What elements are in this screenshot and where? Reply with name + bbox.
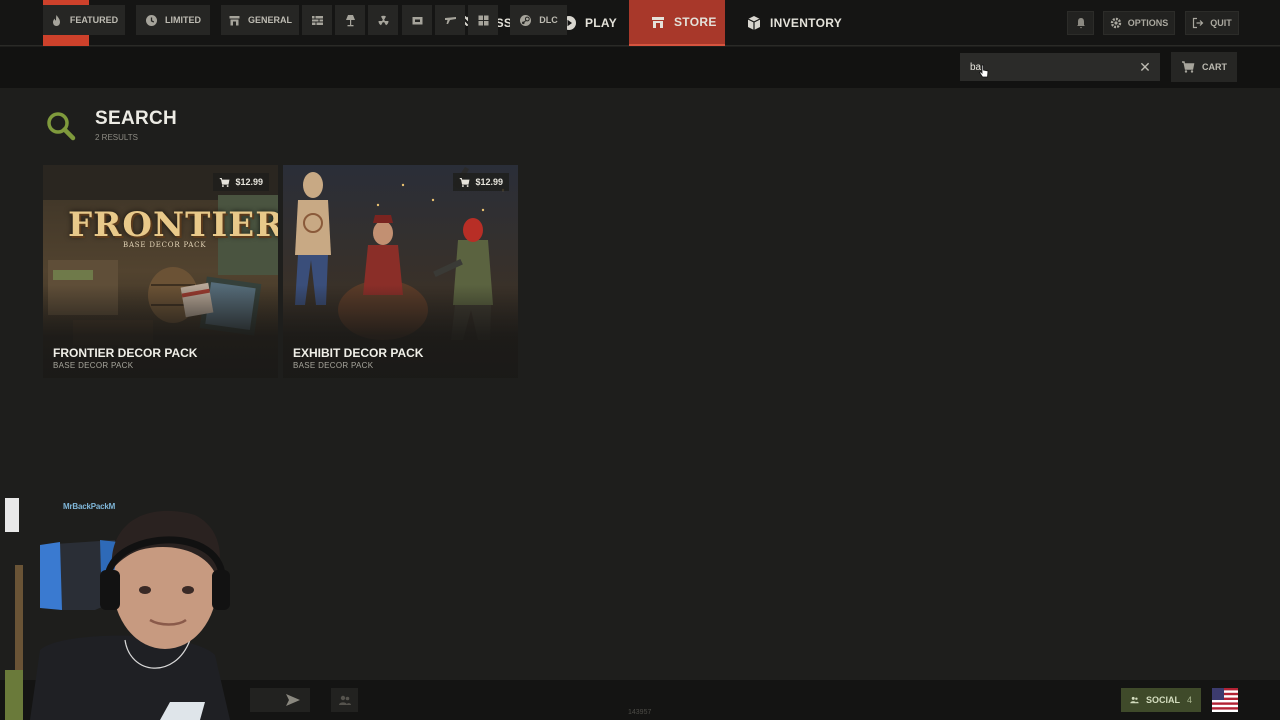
people-icon <box>338 695 351 705</box>
item-title: FRONTIER DECOR PACK <box>53 346 198 360</box>
category-lights[interactable] <box>335 5 365 35</box>
category-limited[interactable]: LIMITED <box>136 5 210 35</box>
frontier-art-title: FRONTIER <box>68 205 278 245</box>
send-icon[interactable] <box>284 692 302 708</box>
cart-icon <box>220 177 230 187</box>
cart-button[interactable]: CART <box>1171 52 1237 82</box>
social-count: 4 <box>1186 695 1192 705</box>
notifications-button[interactable] <box>1067 11 1094 35</box>
language-flag-button[interactable] <box>1212 688 1238 712</box>
nav-inventory[interactable]: INVENTORY <box>746 0 842 46</box>
cart-label: CART <box>1202 62 1227 72</box>
gear-icon <box>1110 17 1121 29</box>
storefront-icon <box>652 17 664 28</box>
page-title: SEARCH <box>95 108 178 129</box>
chest-icon <box>412 16 422 24</box>
item-subtitle: BASE DECOR PACK <box>53 361 134 370</box>
streamer-webcam-image <box>5 498 230 720</box>
lamp-icon <box>345 14 355 26</box>
box-icon <box>747 16 761 30</box>
store-item-card[interactable]: $12.99 EXHIBIT DECOR PACK BASE DECOR PAC… <box>283 165 518 378</box>
category-general-label: GENERAL <box>247 15 292 25</box>
steam-icon <box>520 14 532 26</box>
flame-icon <box>52 14 60 26</box>
price-label: $12.99 <box>475 177 503 187</box>
nav-store[interactable]: STORE <box>629 0 725 46</box>
search-icon <box>47 112 76 141</box>
category-walls[interactable] <box>302 5 332 35</box>
category-limited-label: LIMITED <box>165 15 201 25</box>
rifle-icon <box>444 16 456 24</box>
nav-play[interactable]: PLAY <box>561 0 617 46</box>
item-title: EXHIBIT DECOR PACK <box>293 346 424 360</box>
price-label: $12.99 <box>235 177 263 187</box>
webcam-name-tag: MrBackPackM <box>63 502 116 511</box>
category-storage[interactable] <box>402 5 432 35</box>
radiation-icon <box>378 15 388 25</box>
wall-icon <box>311 15 323 25</box>
build-number: 143957 <box>628 709 652 716</box>
nav-store-label: STORE <box>674 15 717 29</box>
friends-button[interactable] <box>331 688 358 712</box>
social-label: SOCIAL <box>1145 695 1180 705</box>
item-subtitle: BASE DECOR PACK <box>293 361 374 370</box>
webcam-overlay <box>0 490 265 720</box>
clock-icon <box>146 14 157 26</box>
us-flag-icon <box>1212 688 1238 712</box>
social-button[interactable]: SOCIAL 4 <box>1121 688 1201 712</box>
options-button[interactable]: OPTIONS <box>1103 11 1175 35</box>
category-featured[interactable]: FEATURED <box>43 5 125 35</box>
cart-icon <box>460 177 470 187</box>
price-tag[interactable]: $12.99 <box>213 173 269 191</box>
search-input[interactable] <box>960 53 1160 81</box>
cart-icon <box>1182 61 1195 73</box>
mouse-cursor-icon <box>978 64 989 78</box>
category-dlc[interactable]: DLC <box>510 5 567 35</box>
results-count: 2 RESULTS <box>95 133 138 142</box>
nav-inventory-label: INVENTORY <box>770 16 843 30</box>
storefront-icon <box>229 15 240 25</box>
category-dlc-label: DLC <box>539 15 558 25</box>
bell-icon <box>1076 18 1085 29</box>
people-icon <box>1130 696 1139 704</box>
price-tag[interactable]: $12.99 <box>453 173 509 191</box>
options-label: OPTIONS <box>1127 18 1169 28</box>
quit-label: QUIT <box>1210 18 1232 28</box>
category-general[interactable]: GENERAL <box>221 5 299 35</box>
category-radiation[interactable] <box>368 5 398 35</box>
store-item-card[interactable]: FRONTIER BASE DECOR PACK $12.99 FRONTIER… <box>43 165 278 378</box>
category-weapons[interactable] <box>435 5 465 35</box>
quit-button[interactable]: QUIT <box>1185 11 1239 35</box>
category-featured-label: FEATURED <box>69 15 119 25</box>
category-all[interactable] <box>468 5 498 35</box>
nav-play-label: PLAY <box>585 16 618 30</box>
exit-icon <box>1193 17 1204 29</box>
frontier-art-subtitle: BASE DECOR PACK <box>123 241 207 249</box>
grid-icon <box>478 15 488 25</box>
clear-search-icon[interactable]: ✕ <box>1137 59 1153 75</box>
